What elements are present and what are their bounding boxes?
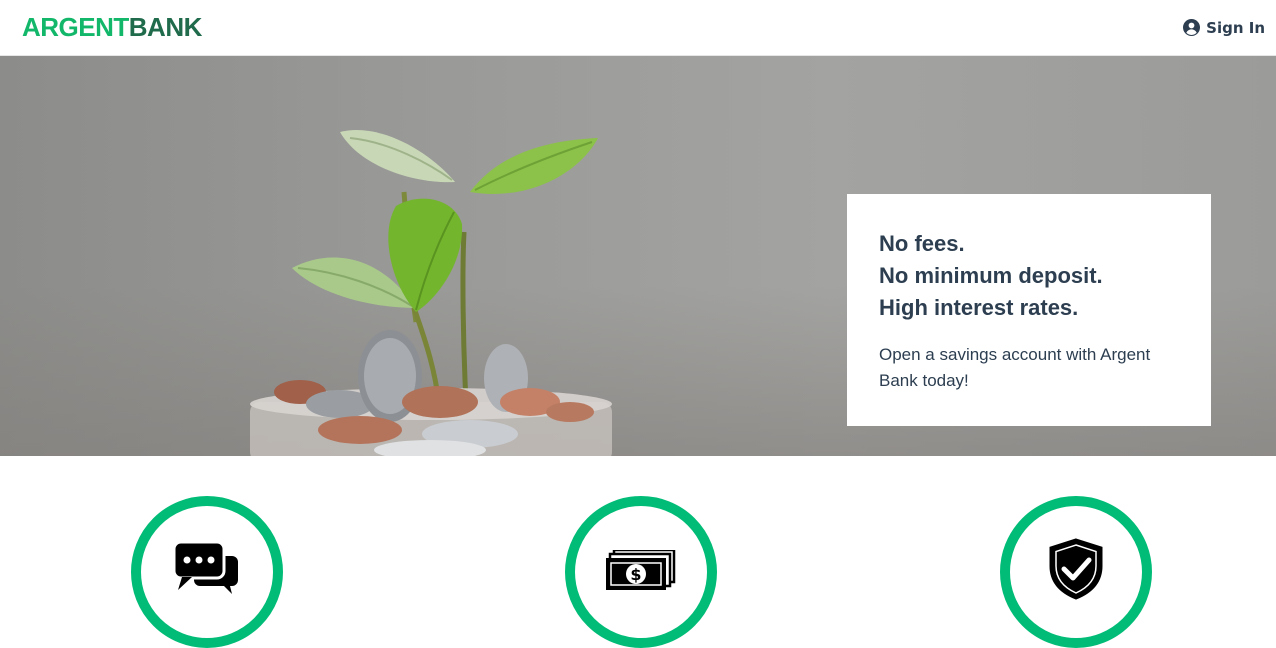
promo-text: Open a savings account with Argent Bank … xyxy=(879,345,1151,390)
feature-security xyxy=(1000,496,1152,648)
features-section: $ xyxy=(0,456,1276,648)
user-circle-icon xyxy=(1183,19,1201,36)
feature-chat xyxy=(131,496,283,648)
promo-card: No fees. No minimum deposit. High intere… xyxy=(847,194,1211,426)
hero-banner: No fees. No minimum deposit. High intere… xyxy=(0,56,1276,456)
logo-text-argent: ARGENT xyxy=(22,12,129,42)
promo-subtitle-fees: No fees. xyxy=(879,231,965,256)
sign-in-label: Sign In xyxy=(1206,18,1265,37)
security-icon xyxy=(1049,538,1103,600)
money-icon: $ xyxy=(606,550,676,590)
feature-money: $ xyxy=(565,496,717,648)
promo-subtitle-deposit: No minimum deposit. xyxy=(879,263,1103,288)
main-nav: ARGENT BANK Sign In xyxy=(0,0,1276,56)
sign-in-link[interactable]: Sign In xyxy=(1183,19,1265,37)
promo-subtitle-interest: High interest rates. xyxy=(879,295,1079,320)
chat-icon xyxy=(174,542,238,594)
svg-text:$: $ xyxy=(630,565,641,584)
plant-in-coin-jar-image xyxy=(250,130,612,456)
logo-text-bank: BANK xyxy=(128,12,203,42)
logo-link[interactable]: ARGENT BANK xyxy=(22,12,202,43)
